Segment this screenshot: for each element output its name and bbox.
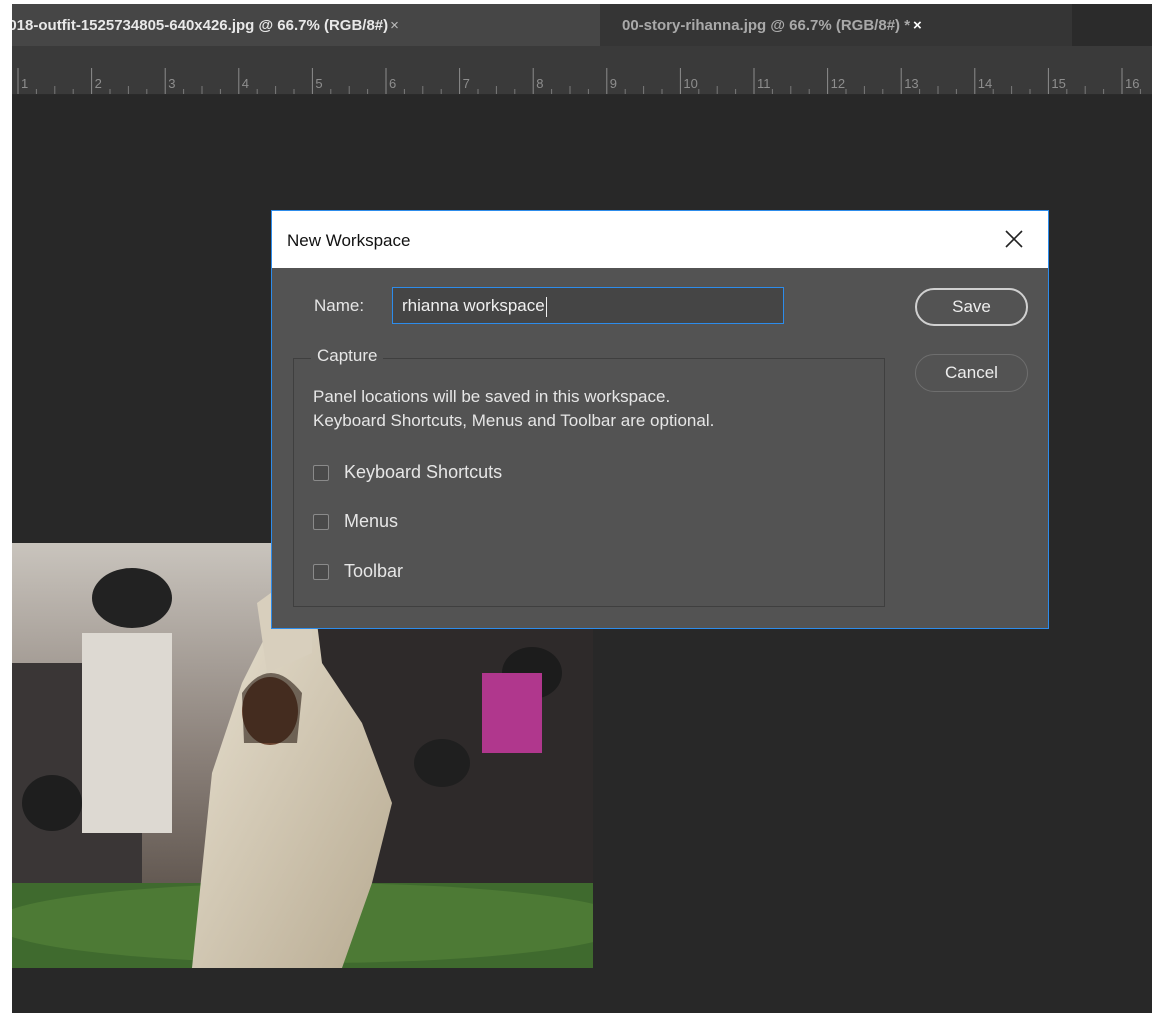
keyboard-shortcuts-option[interactable]: Keyboard Shortcuts <box>313 462 502 483</box>
ruler-label: 12 <box>831 76 845 91</box>
ruler-label: 8 <box>536 76 543 91</box>
ruler-label: 6 <box>389 76 396 91</box>
checkbox[interactable] <box>313 464 329 481</box>
horizontal-ruler[interactable]: 1 2 3 4 5 6 7 8 9 10 11 12 13 14 15 16 <box>12 46 1152 95</box>
option-label: Keyboard Shortcuts <box>344 462 503 482</box>
document-tab-inactive[interactable]: 00-story-rihanna.jpg @ 66.7% (RGB/8#) * … <box>600 4 1072 46</box>
ruler-label: 16 <box>1125 76 1139 91</box>
ruler-label: 15 <box>1051 76 1065 91</box>
text-caret <box>545 296 547 317</box>
new-workspace-dialog: New Workspace Name: rhianna workspace Ca… <box>271 210 1049 629</box>
toolbar-option[interactable]: Toolbar <box>313 561 403 582</box>
ruler-label: 14 <box>978 76 992 91</box>
name-label: Name: <box>314 296 365 315</box>
document-tab-bar: 2018-outfit-1525734805-640x426.jpg @ 66.… <box>0 4 1152 46</box>
ruler-label: 7 <box>463 76 470 91</box>
document-tab-active[interactable]: 2018-outfit-1525734805-640x426.jpg @ 66.… <box>0 4 600 46</box>
window-left-edge <box>0 0 12 1017</box>
tab-label: 2018-outfit-1525734805-640x426.jpg @ 66.… <box>0 16 389 34</box>
close-icon[interactable] <box>1003 228 1025 250</box>
save-button[interactable]: Save <box>915 288 1028 326</box>
workspace-name-input[interactable]: rhianna workspace <box>392 287 784 324</box>
ruler-graphic: 1 2 3 4 5 6 7 8 9 10 11 12 13 14 15 16 <box>17 68 1141 94</box>
ruler-label: 5 <box>315 76 322 91</box>
ruler-label: 3 <box>168 76 175 91</box>
tab-close-icon[interactable]: × <box>390 17 399 34</box>
ruler-label: 9 <box>610 76 617 91</box>
ruler-label: 2 <box>95 76 102 91</box>
ruler-label: 10 <box>683 76 697 91</box>
dialog-title: New Workspace <box>287 231 411 250</box>
name-input-value: rhianna workspace <box>402 296 545 315</box>
capture-description-line2: Keyboard Shortcuts, Menus and Toolbar ar… <box>313 411 715 430</box>
capture-description-line1: Panel locations will be saved in this wo… <box>313 387 671 406</box>
menus-option[interactable]: Menus <box>313 511 398 532</box>
checkbox[interactable] <box>313 563 329 580</box>
checkbox[interactable] <box>313 513 329 530</box>
capture-legend: Capture <box>311 346 384 366</box>
option-label: Toolbar <box>344 561 404 581</box>
option-label: Menus <box>344 511 399 531</box>
dialog-titlebar: New Workspace <box>272 211 1048 268</box>
cancel-button[interactable]: Cancel <box>915 354 1028 392</box>
ruler-label: 1 <box>21 76 28 91</box>
ruler-label: 13 <box>904 76 918 91</box>
ruler-label: 11 <box>757 76 771 91</box>
ruler-label: 4 <box>242 76 249 91</box>
tab-label: 00-story-rihanna.jpg @ 66.7% (RGB/8#) * <box>622 16 911 34</box>
tab-close-icon[interactable]: × <box>913 17 922 34</box>
window-bottom-edge <box>0 1013 1152 1017</box>
